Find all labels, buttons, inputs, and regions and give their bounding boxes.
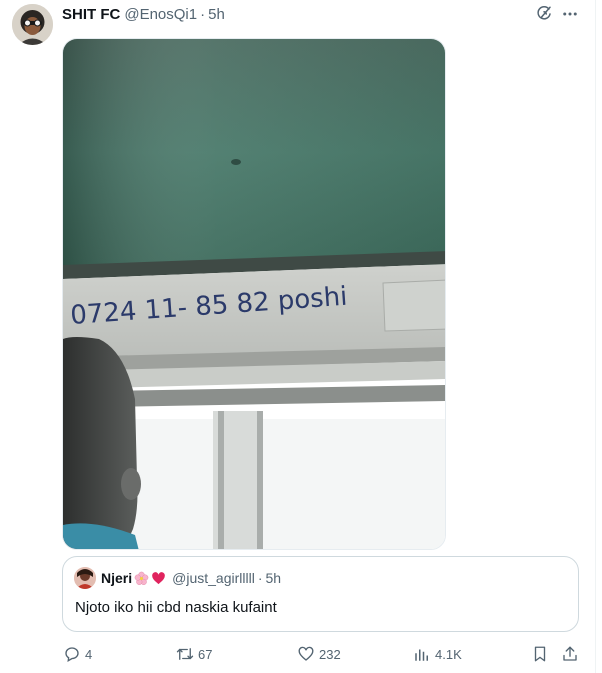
tweet-header: SHIT FC @EnosQi1 · 5h	[62, 4, 225, 24]
quoted-tweet[interactable]: Njeri @just_agirlllll · 5h Njoto iko hii…	[62, 556, 579, 632]
photo-content: 0724 11- 85 82 poshi	[63, 39, 445, 549]
reply-count: 4	[85, 646, 93, 662]
bookmark-icon	[534, 646, 546, 662]
grok-icon[interactable]	[534, 4, 554, 24]
more-options-icon[interactable]	[560, 4, 580, 24]
repost-button[interactable]: 67	[176, 643, 212, 665]
quote-avatar-image	[74, 567, 96, 589]
author-name[interactable]: SHIT FC	[62, 6, 120, 23]
cherry-blossom-emoji	[134, 571, 149, 586]
quote-header: Njeri @just_agirlllll · 5h	[101, 568, 281, 588]
tweet-photo[interactable]: 0724 11- 85 82 poshi	[62, 38, 446, 550]
quote-author-handle[interactable]: @just_agirlllll	[172, 570, 255, 586]
like-button[interactable]: 232	[297, 643, 341, 665]
views-button[interactable]: 4.1K	[413, 643, 462, 665]
author-handle[interactable]: @EnosQi1	[124, 6, 197, 23]
share-button[interactable]	[561, 643, 583, 665]
separator-dot: ·	[200, 5, 206, 23]
quote-separator-dot: ·	[257, 570, 263, 586]
reply-button[interactable]: 4	[63, 643, 92, 665]
quote-author-name[interactable]: Njeri	[101, 570, 132, 586]
tweet-actions: 4 67 232 4.1K	[0, 643, 602, 665]
quote-author-avatar[interactable]	[74, 567, 96, 589]
repost-count: 67	[198, 646, 213, 662]
views-count: 4.1K	[435, 646, 462, 662]
like-count: 232	[319, 646, 341, 662]
share-icon	[563, 646, 577, 661]
heart-icon	[298, 646, 314, 661]
red-heart-emoji	[151, 571, 166, 586]
views-chart-icon	[415, 649, 428, 661]
reply-icon	[65, 647, 79, 663]
bookmark-button[interactable]	[531, 643, 553, 665]
tweet-time[interactable]: 5h	[208, 6, 225, 23]
avatar-image	[12, 4, 53, 45]
quote-text: Njoto iko hii cbd naskia kufaint	[75, 599, 277, 616]
repost-icon	[176, 648, 194, 660]
quote-time[interactable]: 5h	[265, 570, 281, 586]
author-avatar[interactable]	[12, 4, 53, 45]
timeline-divider	[595, 0, 596, 673]
